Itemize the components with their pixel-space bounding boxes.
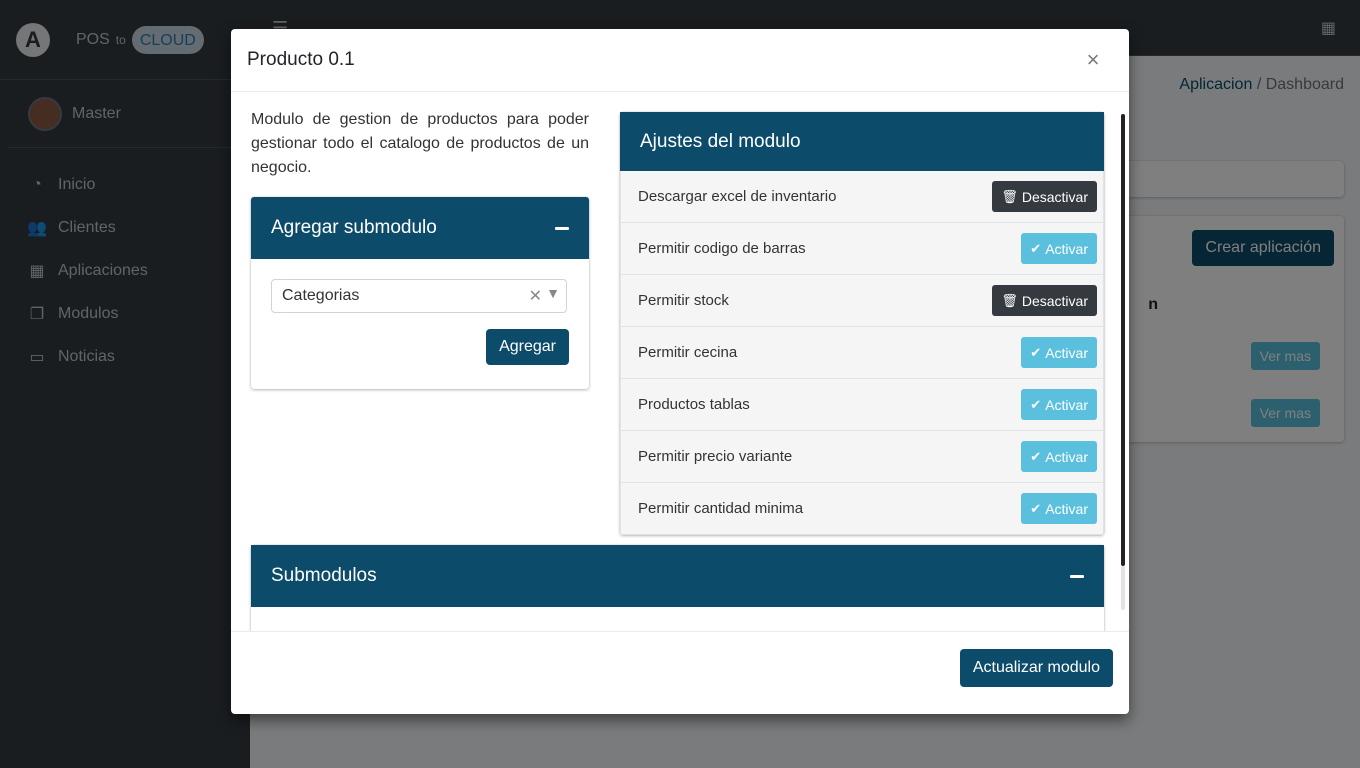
setting-label: Descargar excel de inventario xyxy=(638,188,837,205)
clear-icon[interactable]: ✕ xyxy=(529,286,542,306)
scrollbar-track[interactable] xyxy=(1121,566,1125,610)
button-label: Activar xyxy=(1045,396,1088,413)
check-icon: ✔ xyxy=(1030,240,1042,256)
activate-button[interactable]: ✔ Activar xyxy=(1021,441,1097,472)
module-settings-header: Ajustes del modulo xyxy=(620,112,1104,171)
setting-label: Permitir codigo de barras xyxy=(638,240,806,257)
scrollbar-thumb[interactable] xyxy=(1121,114,1125,566)
activate-button[interactable]: ✔ Activar xyxy=(1021,337,1097,368)
button-label: Desactivar xyxy=(1021,188,1088,205)
submodules-card: Submodulos xyxy=(251,545,1104,631)
modal-header: Producto 0.1 × xyxy=(231,29,1129,92)
trash-icon: 🗑 xyxy=(1001,188,1018,204)
setting-row: Permitir cecina ✔ Activar xyxy=(620,327,1104,379)
add-submodule-card: Agregar submodulo Categorias ✕ ▼ Agregar xyxy=(251,197,589,389)
close-icon[interactable]: × xyxy=(1081,47,1105,72)
setting-row: Permitir stock 🗑 Desactivar xyxy=(620,275,1104,327)
activate-button[interactable]: ✔ Activar xyxy=(1021,389,1097,420)
activate-button[interactable]: ✔ Activar xyxy=(1021,233,1097,264)
update-module-button[interactable]: Actualizar modulo xyxy=(959,649,1113,687)
chevron-down-icon[interactable]: ▼ xyxy=(546,285,560,301)
button-label: Activar xyxy=(1045,500,1088,517)
module-modal: Producto 0.1 × Modulo de gestion de prod… xyxy=(231,29,1129,714)
button-label: Activar xyxy=(1045,240,1088,257)
add-submodule-title: Agregar submodulo xyxy=(271,217,437,238)
check-icon: ✔ xyxy=(1030,396,1042,412)
modal-footer: Actualizar modulo xyxy=(231,631,1129,714)
setting-label: Permitir cantidad minima xyxy=(638,500,804,517)
modal-title: Producto 0.1 xyxy=(247,49,355,70)
button-label: Desactivar xyxy=(1021,292,1088,309)
setting-label: Permitir stock xyxy=(638,292,729,309)
trash-icon: 🗑 xyxy=(1001,292,1018,308)
activate-button[interactable]: ✔ Activar xyxy=(1021,493,1097,524)
setting-row: Productos tablas ✔ Activar xyxy=(620,379,1104,431)
module-settings-card: Ajustes del modulo Descargar excel de in… xyxy=(620,112,1104,535)
button-label: Activar xyxy=(1045,344,1088,361)
button-label: Activar xyxy=(1045,448,1088,465)
deactivate-button[interactable]: 🗑 Desactivar xyxy=(992,285,1097,316)
setting-label: Productos tablas xyxy=(638,396,750,413)
submodule-select[interactable]: Categorias ✕ ▼ xyxy=(271,279,567,313)
submodules-header: Submodulos xyxy=(251,545,1104,607)
deactivate-button[interactable]: 🗑 Desactivar xyxy=(992,181,1097,212)
collapse-icon[interactable] xyxy=(1070,574,1084,578)
submodule-select-value: Categorias xyxy=(282,287,360,304)
add-submodule-header: Agregar submodulo xyxy=(251,197,589,259)
setting-row: Descargar excel de inventario 🗑 Desactiva… xyxy=(620,171,1104,223)
add-button[interactable]: Agregar xyxy=(486,329,569,365)
setting-row: Permitir precio variante ✔ Activar xyxy=(620,431,1104,483)
setting-label: Permitir cecina xyxy=(638,344,738,361)
module-settings-title: Ajustes del modulo xyxy=(640,130,801,152)
collapse-icon[interactable] xyxy=(555,226,569,230)
submodules-title: Submodulos xyxy=(271,565,377,586)
setting-label: Permitir precio variante xyxy=(638,448,793,465)
check-icon: ✔ xyxy=(1030,344,1042,360)
setting-row: Permitir codigo de barras ✔ Activar xyxy=(620,223,1104,275)
modal-body: Modulo de gestion de productos para pode… xyxy=(231,92,1129,631)
setting-row: Permitir cantidad minima ✔ Activar xyxy=(620,483,1104,535)
check-icon: ✔ xyxy=(1030,500,1042,516)
check-icon: ✔ xyxy=(1030,448,1042,464)
module-description: Modulo de gestion de productos para pode… xyxy=(251,111,589,176)
